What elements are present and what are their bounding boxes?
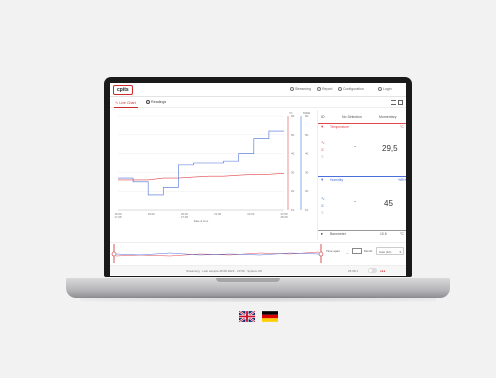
hum-momentary-value: 45 [384, 199, 393, 208]
bottom-divider [318, 230, 406, 231]
x-tick-sublabel: 17.08 [115, 215, 122, 219]
chart-plot[interactable]: 60 6050 5040 4030 3020 2010 1016:5917.0819:00 2… [112, 110, 314, 234]
version-text: 25.08.1 [348, 269, 359, 273]
right-tick-label: 40 [305, 152, 309, 156]
app-logo[interactable]: cpits [113, 85, 133, 95]
bottom-value: 10.5 [380, 232, 387, 236]
hum-divider [318, 176, 406, 177]
chevron-down-icon: ▾ [399, 250, 401, 254]
live-toggle[interactable] [368, 268, 377, 273]
menu-icon[interactable] [391, 100, 396, 105]
panel-col-id: ID [321, 115, 325, 119]
calendar-icon[interactable] [352, 248, 362, 254]
hum-title: Humidity [330, 178, 344, 182]
active-tab-indicator [114, 107, 138, 108]
laptop-notch [216, 278, 280, 282]
interval-select[interactable]: Auto (1h) ▾ [376, 247, 404, 255]
temp-selection-value: - [354, 144, 356, 150]
left-tick-label: 50 [291, 133, 295, 137]
report-icon [317, 87, 321, 92]
live-chart: °C %RH 60 60 50 50 40 40 30 30 20 20 10 10 16:59 17.0… [112, 110, 314, 234]
x-tick-label: 21:00 [214, 212, 221, 216]
temp-list-icon[interactable]: ≡ [321, 147, 324, 152]
hum-clock-icon[interactable]: ○ [321, 210, 324, 215]
unit-label: Month [364, 249, 373, 253]
x-tick-label: 19:00 [148, 212, 155, 216]
arrow-right-icon: → [345, 250, 349, 255]
left-tick-label: 10 [291, 208, 295, 212]
hum-chart-icon[interactable]: ∿ [321, 196, 325, 202]
overview-plot[interactable] [110, 243, 406, 265]
tab-readings[interactable]: Readings [146, 100, 166, 105]
right-tick-label: 30 [305, 170, 309, 174]
temp-momentary-value: 29,5 [382, 144, 398, 153]
clock-icon [146, 100, 150, 105]
temp-chevron-icon[interactable]: ▾ [321, 124, 323, 130]
status-text: Streaming · Last sample 28.08.2023 · 23:… [186, 269, 263, 273]
range-overview: Time span → Month Auto (1h) ▾ [110, 242, 406, 264]
gear-icon [338, 87, 342, 92]
status-bar: Streaming · Last sample 28.08.2023 · 23:… [110, 265, 406, 275]
sensor-panel: ID No Selection Momentary ▾ Temperature … [317, 110, 406, 240]
temp-unit: °C [400, 125, 404, 129]
recording-indicator: ●●● [380, 269, 386, 273]
bottom-chevron-icon[interactable]: ▸ [321, 231, 323, 237]
nav-login[interactable]: Login [378, 87, 392, 92]
right-tick-label: 60 [305, 114, 309, 118]
nav-configuration[interactable]: Configuration [338, 87, 364, 92]
left-tick-label: 30 [291, 170, 295, 174]
timespan-label: Time span [326, 249, 340, 253]
hum-list-icon[interactable]: ≡ [321, 203, 324, 208]
app-header: cpits Streaming Report Configuration Log… [110, 83, 406, 97]
right-tick-label: 50 [305, 133, 309, 137]
bottom-title: Barometer [330, 232, 346, 236]
temp-chart-icon[interactable]: ∿ [321, 140, 325, 146]
series-line-temperature [118, 173, 285, 181]
temp-title: Temperature [330, 125, 350, 129]
right-tick-label: 20 [305, 189, 309, 193]
chart-line-icon: ∿ [115, 100, 119, 105]
view-tabs: ∿ Live Chart Readings [110, 98, 406, 108]
tab-live-chart[interactable]: ∿ Live Chart [115, 100, 136, 105]
user-icon [378, 87, 382, 92]
left-tick-label: 60 [291, 114, 295, 118]
x-tick-sublabel: 27.08 [181, 215, 188, 219]
panel-col-selection: No Selection [342, 115, 362, 119]
bottom-unit: °C [400, 232, 404, 236]
app-screen: cpits Streaming Report Configuration Log… [110, 83, 406, 276]
left-tick-label: 40 [291, 152, 295, 156]
panel-col-momentary: Momentary [379, 115, 397, 119]
hum-chevron-icon[interactable]: ▾ [321, 177, 323, 183]
x-tick-sublabel: 28.08 [281, 215, 288, 219]
x-axis-label: Date & time [194, 219, 209, 223]
temp-clock-icon[interactable]: ○ [321, 154, 324, 159]
temp-divider [318, 123, 406, 124]
nav-streaming[interactable]: Streaming [290, 87, 311, 92]
hum-selection-value: - [354, 199, 356, 205]
left-tick-label: 20 [291, 189, 295, 193]
laptop-shadow [80, 296, 436, 302]
x-tick-label: 22:00 [247, 212, 254, 216]
series-line-humidity [118, 130, 284, 196]
right-tick-label: 10 [305, 208, 309, 212]
nav-report[interactable]: Report [317, 87, 333, 92]
english-flag-icon[interactable] [239, 311, 255, 322]
fullscreen-icon[interactable] [398, 100, 403, 105]
german-flag-icon[interactable] [262, 311, 278, 322]
hum-unit: %RH [398, 178, 406, 182]
streaming-icon [290, 87, 294, 92]
